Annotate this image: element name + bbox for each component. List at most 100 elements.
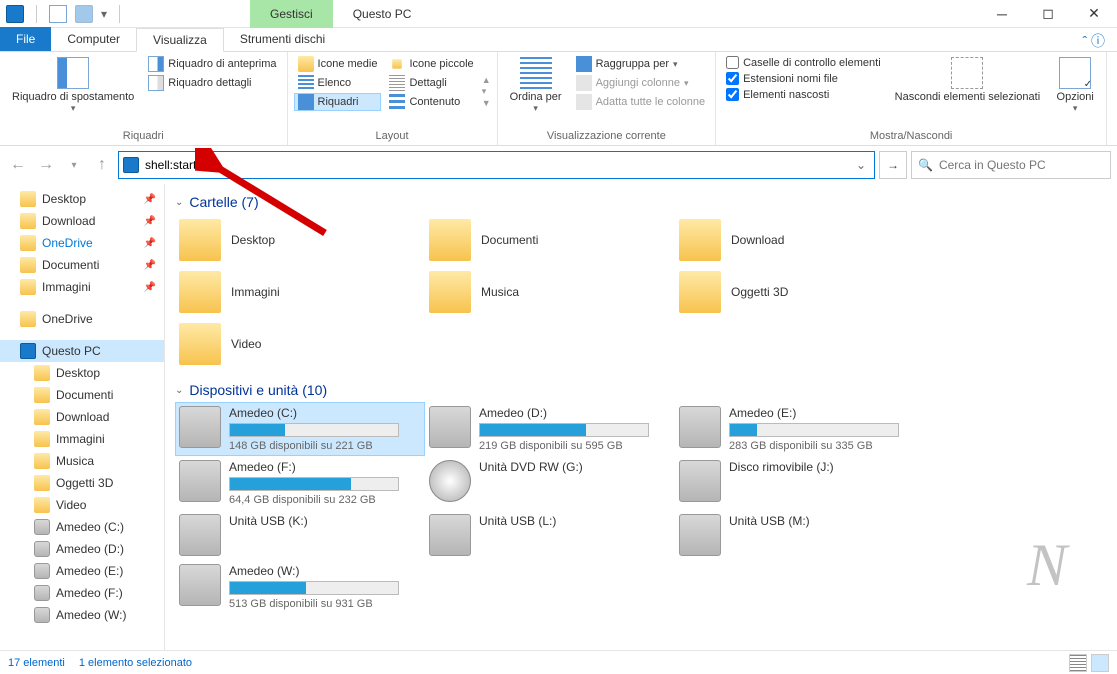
hidden-items-toggle[interactable]: Elementi nascosti [722,87,885,102]
sidebar-item[interactable]: OneDrive [0,308,164,330]
folder-icon [20,191,36,207]
capacity-bar [229,423,399,437]
sidebar-item[interactable]: Questo PC [0,340,164,362]
layout-expand-icon[interactable]: ▾ [482,86,491,97]
drive-icon [34,541,50,557]
drive-item[interactable]: Disco rimovibile (J:) [675,456,925,510]
navigation-pane-button[interactable]: Riquadro di spostamento ▾ [6,55,140,128]
address-bar[interactable]: ⌄ [118,151,875,179]
folder-icon [34,431,50,447]
view-tiles[interactable]: Riquadri [294,93,382,111]
view-list[interactable]: Elenco [294,74,382,92]
content-area[interactable]: ⌄Cartelle (7) DesktopDocumentiDownload Im… [165,184,1117,650]
sidebar-item[interactable]: Desktop📌 [0,188,164,210]
file-extensions-toggle[interactable]: Estensioni nomi file [722,71,885,86]
drive-item[interactable]: Amedeo (C:)148 GB disponibili su 221 GB [175,402,425,456]
hide-selected-button[interactable]: Nascondi elementi selezionati [889,55,1047,128]
pin-icon: 📌 [144,216,156,227]
sidebar-item[interactable]: Immagini [0,428,164,450]
folder-icon [679,271,721,313]
sidebar-item[interactable]: Amedeo (F:) [0,582,164,604]
properties-icon[interactable] [49,5,67,23]
forward-button[interactable]: → [34,153,58,177]
drive-icon [34,519,50,535]
drive-item[interactable]: Amedeo (F:)64,4 GB disponibili su 232 GB [175,456,425,510]
sidebar-item[interactable]: Documenti [0,384,164,406]
address-dropdown-icon[interactable]: ⌄ [852,158,870,172]
close-button[interactable]: ✕ [1071,0,1117,28]
search-input[interactable] [939,158,1104,172]
add-columns-button[interactable]: Aggiungi colonne ▾ [572,74,709,92]
tab-disk-tools[interactable]: Strumenti dischi [224,27,341,51]
sidebar-item[interactable]: Amedeo (D:) [0,538,164,560]
sidebar-item[interactable]: OneDrive📌 [0,232,164,254]
item-checkboxes-toggle[interactable]: Caselle di controllo elementi [722,55,885,70]
recent-dropdown[interactable]: ▾ [62,153,86,177]
pin-icon: 📌 [144,194,156,205]
view-content[interactable]: Contenuto [385,93,477,111]
address-input[interactable] [143,156,852,174]
back-button[interactable]: ← [6,153,30,177]
folder-item[interactable]: Immagini [175,266,425,318]
folder-item[interactable]: Desktop [175,214,425,266]
sidebar-item[interactable]: Amedeo (C:) [0,516,164,538]
preview-pane-button[interactable]: Riquadro di anteprima [144,55,280,73]
collapse-ribbon-icon[interactable]: ˆ ⓘ [1070,31,1117,51]
sidebar-item[interactable]: Amedeo (W:) [0,604,164,626]
sidebar-item[interactable]: Oggetti 3D [0,472,164,494]
view-details[interactable]: Dettagli [385,74,477,92]
status-bar: 17 elementi 1 elemento selezionato [0,650,1117,674]
sidebar-item[interactable]: Video [0,494,164,516]
sidebar-item[interactable]: Immagini📌 [0,276,164,298]
pin-icon: 📌 [144,260,156,271]
options-button[interactable]: ✓ Opzioni▾ [1050,55,1100,128]
view-medium-icons[interactable]: Icone medie [294,55,382,73]
sidebar-item[interactable]: Download [0,406,164,428]
navigation-pane[interactable]: Desktop📌Download📌OneDrive📌Documenti📌Imma… [0,184,165,650]
drive-item[interactable]: Unità USB (M:) [675,510,925,560]
sidebar-item[interactable]: Desktop [0,362,164,384]
sort-by-button[interactable]: Ordina per▾ [504,55,568,128]
go-button[interactable]: → [879,151,907,179]
drive-icon [179,564,221,606]
folder-item[interactable]: Download [675,214,925,266]
tiles-view-button[interactable] [1091,654,1109,672]
drive-item[interactable]: Unità USB (L:) [425,510,675,560]
up-button[interactable]: ↑ [90,153,114,177]
drive-icon [429,406,471,448]
drive-item[interactable]: Unità USB (K:) [175,510,425,560]
folder-item[interactable]: Oggetti 3D [675,266,925,318]
app-icon [6,5,24,23]
sidebar-item[interactable]: Musica [0,450,164,472]
folder-item[interactable]: Documenti [425,214,675,266]
view-small-icons[interactable]: Icone piccole [385,55,477,73]
details-view-button[interactable] [1069,654,1087,672]
fit-columns-button[interactable]: Adatta tutte le colonne [572,93,709,111]
folder-item[interactable]: Video [175,318,425,370]
new-icon[interactable] [75,5,93,23]
drive-icon [34,563,50,579]
drive-item[interactable]: Amedeo (E:)283 GB disponibili su 335 GB [675,402,925,456]
search-box[interactable]: 🔍 [911,151,1111,179]
item-count: 17 elementi [8,657,65,669]
tab-computer[interactable]: Computer [51,27,136,51]
drives-group-header[interactable]: ⌄Dispositivi e unità (10) [175,378,1117,402]
drive-item[interactable]: Amedeo (D:)219 GB disponibili su 595 GB [425,402,675,456]
tab-view[interactable]: Visualizza [136,28,224,52]
contextual-tab-manage[interactable]: Gestisci [250,0,333,28]
layout-up-icon[interactable]: ▲ [482,75,491,85]
drive-item[interactable]: Unità DVD RW (G:) [425,456,675,510]
sidebar-item[interactable]: Amedeo (E:) [0,560,164,582]
group-by-button[interactable]: Raggruppa per ▾ [572,55,709,73]
maximize-button[interactable]: ◻ [1025,0,1071,28]
sidebar-item[interactable]: Download📌 [0,210,164,232]
folders-group-header[interactable]: ⌄Cartelle (7) [175,190,1117,214]
details-pane-button[interactable]: Riquadro dettagli [144,74,280,92]
tab-file[interactable]: File [0,27,51,51]
qat-dropdown-icon[interactable]: ▾ [101,7,107,21]
drive-item[interactable]: Amedeo (W:)513 GB disponibili su 931 GB [175,560,425,614]
layout-down-icon[interactable]: ▼ [482,98,491,108]
sidebar-item[interactable]: Documenti📌 [0,254,164,276]
minimize-button[interactable]: ─ [979,0,1025,28]
folder-item[interactable]: Musica [425,266,675,318]
